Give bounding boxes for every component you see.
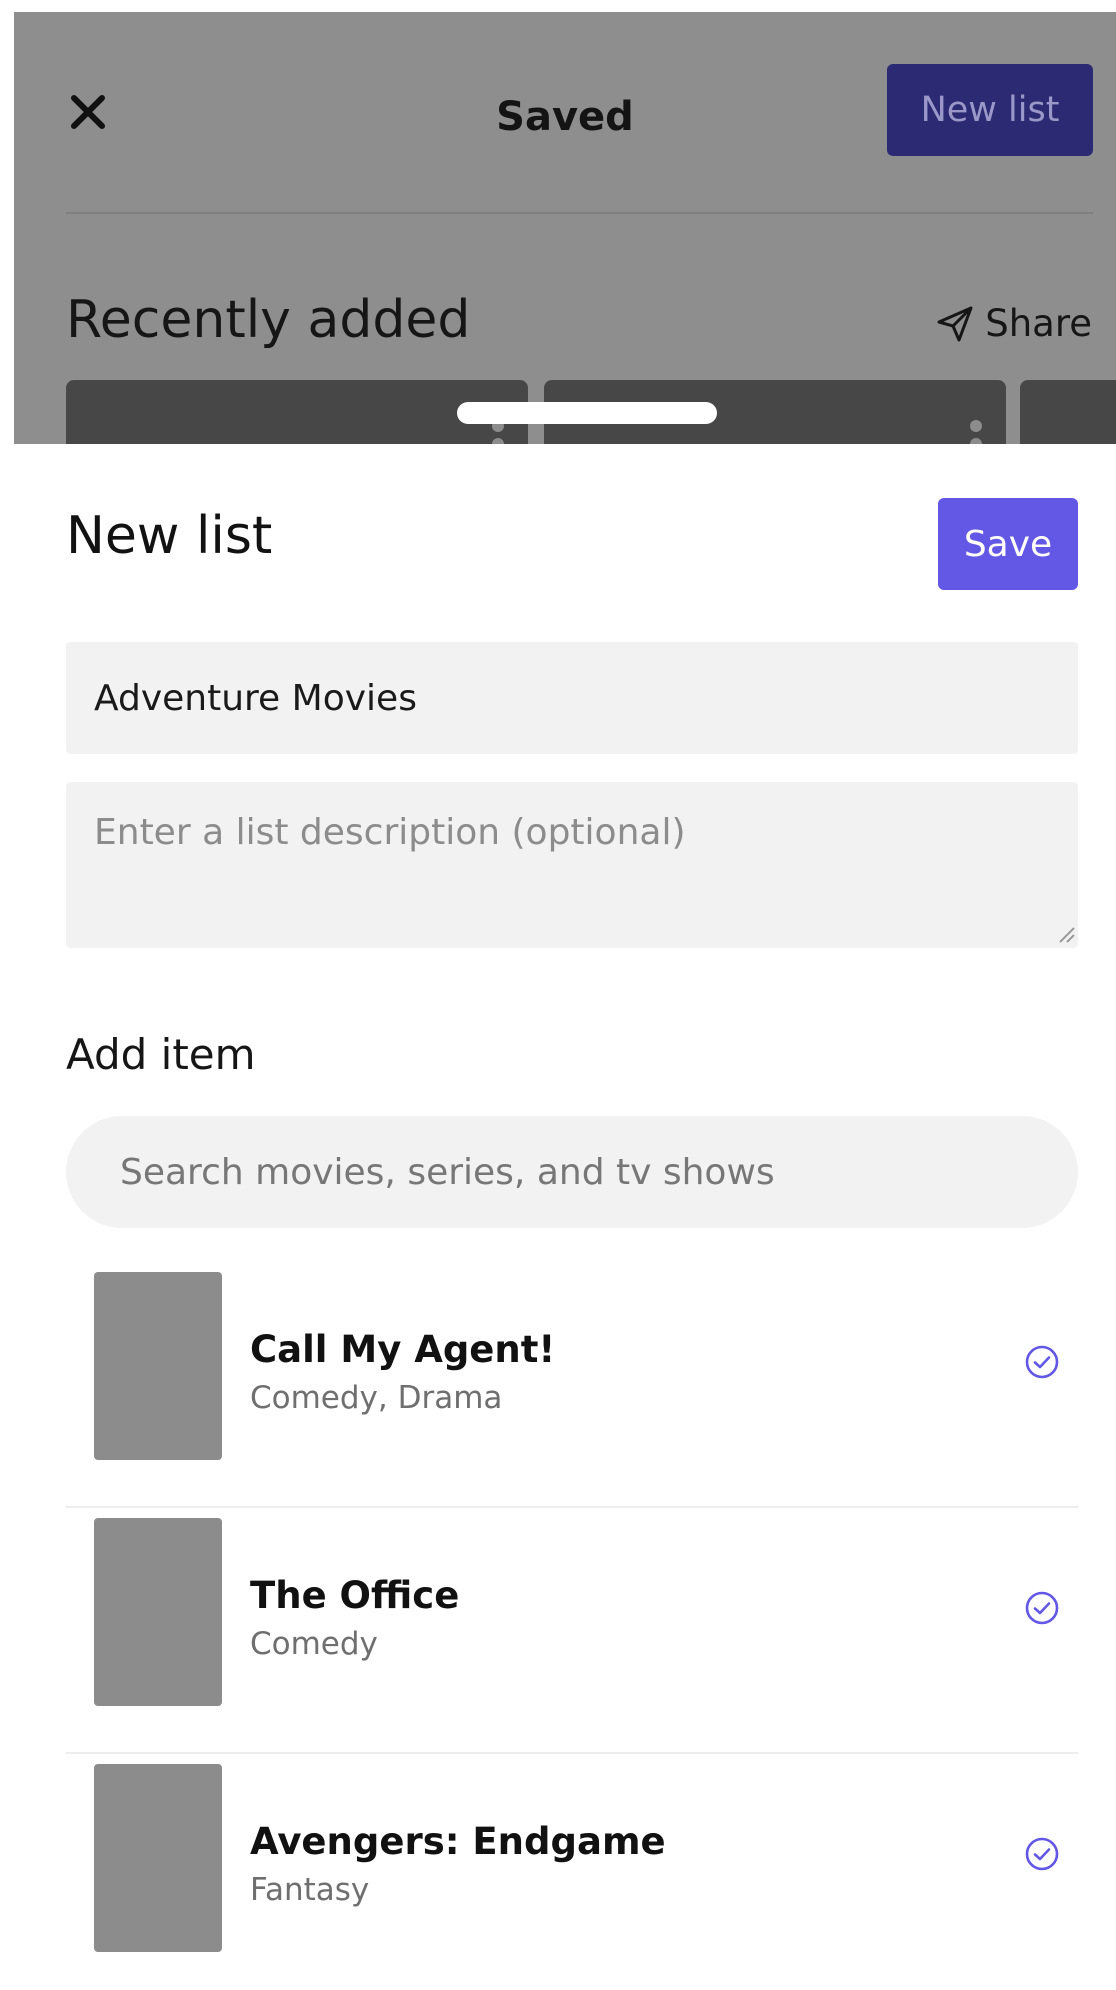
item-title: Call My Agent! xyxy=(250,1328,556,1371)
list-item[interactable]: Avengers: Endgame Fantasy xyxy=(66,1754,1078,1990)
check-circle-icon[interactable] xyxy=(1024,1836,1060,1872)
new-list-button[interactable]: New list xyxy=(887,64,1093,156)
save-button[interactable]: Save xyxy=(938,498,1078,590)
section-title: Recently added xyxy=(66,290,471,350)
new-list-sheet: New list Save Add item Call My Agent! Co… xyxy=(14,444,1116,1990)
check-circle-icon[interactable] xyxy=(1024,1344,1060,1380)
share-button[interactable]: Share xyxy=(935,302,1092,345)
recent-card[interactable] xyxy=(1020,380,1116,444)
search-results: Call My Agent! Comedy, Drama The Office … xyxy=(66,1262,1078,1990)
poster-image xyxy=(94,1518,222,1706)
resize-grip-icon[interactable] xyxy=(1054,922,1076,944)
sheet-drag-handle[interactable] xyxy=(457,402,717,424)
top-strip xyxy=(0,0,1116,12)
item-genre: Comedy xyxy=(250,1626,378,1662)
search-input[interactable] xyxy=(66,1116,1078,1228)
list-item[interactable]: Call My Agent! Comedy, Drama xyxy=(66,1262,1078,1508)
screen: Saved New list Recently added Share New … xyxy=(0,0,1116,1990)
share-label: Share xyxy=(985,302,1092,345)
list-description-input[interactable] xyxy=(66,782,1078,948)
item-title: Avengers: Endgame xyxy=(250,1820,666,1863)
background-screen: Saved New list Recently added Share xyxy=(14,12,1116,444)
list-name-input[interactable] xyxy=(66,642,1078,754)
background-header: Saved New list xyxy=(14,12,1116,212)
add-item-label: Add item xyxy=(66,1030,256,1079)
item-title: The Office xyxy=(250,1574,460,1617)
sheet-title: New list xyxy=(66,506,273,566)
list-item[interactable]: The Office Comedy xyxy=(66,1508,1078,1754)
send-icon xyxy=(937,306,973,341)
header-divider xyxy=(66,212,1093,214)
poster-image xyxy=(94,1272,222,1460)
item-genre: Comedy, Drama xyxy=(250,1380,503,1416)
more-icon[interactable] xyxy=(970,420,982,444)
check-circle-icon[interactable] xyxy=(1024,1590,1060,1626)
item-genre: Fantasy xyxy=(250,1872,370,1908)
left-edge xyxy=(0,0,14,1990)
poster-image xyxy=(94,1764,222,1952)
